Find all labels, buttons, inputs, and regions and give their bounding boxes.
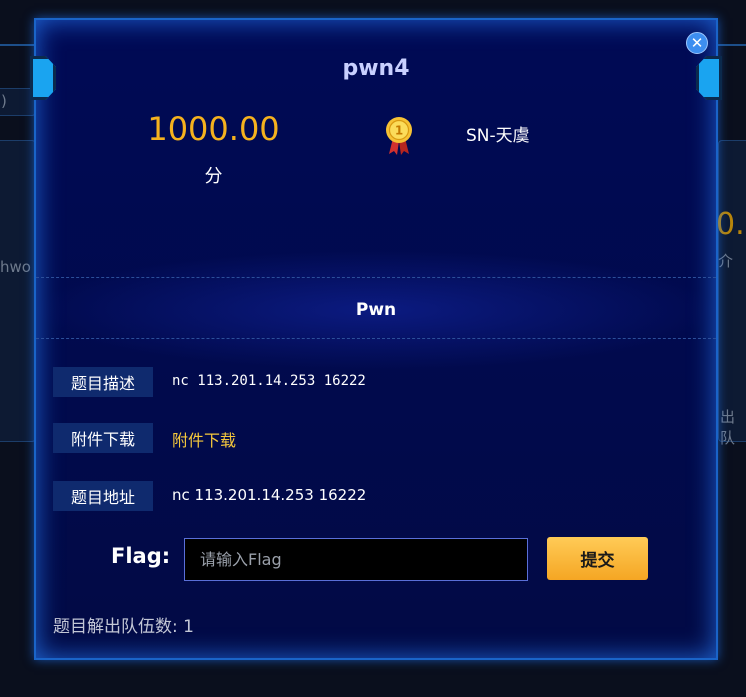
section-divider: [36, 338, 716, 339]
close-icon: ✕: [690, 33, 704, 52]
bg-text: ): [1, 92, 7, 110]
solve-count: 题目解出队伍数: 1: [53, 617, 194, 637]
bg-score: 0.0: [716, 207, 746, 242]
description-label: 题目描述: [53, 367, 153, 397]
attachment-label: 附件下载: [53, 423, 153, 453]
address-label: 题目地址: [53, 481, 153, 511]
bg-card: [0, 140, 36, 442]
bg-text: 介: [718, 252, 734, 270]
flag-input[interactable]: [184, 538, 528, 581]
challenge-modal: ✕ pwn4 1000.00 分 1 SN-天虞 Pwn 题目描述 nc 113…: [30, 18, 722, 660]
submit-button[interactable]: 提交: [547, 537, 648, 580]
challenge-title: pwn4: [342, 56, 410, 81]
close-button[interactable]: ✕: [686, 32, 708, 54]
svg-text:1: 1: [395, 124, 403, 138]
attachment-download-link[interactable]: 附件下载: [172, 427, 236, 451]
score-unit: 分: [204, 166, 223, 187]
section-divider: [36, 277, 716, 278]
challenge-category: Pwn: [355, 300, 397, 320]
bg-card: [718, 140, 746, 442]
address-value: nc 113.201.14.253 16222: [172, 486, 367, 504]
bg-text: hwo: [0, 258, 31, 276]
description-value: nc 113.201.14.253 16222: [172, 373, 366, 389]
challenge-score: 1000.00: [147, 110, 280, 148]
gold-medal-icon: 1: [386, 117, 412, 155]
first-blood-team: SN-天虞: [466, 126, 530, 146]
bg-text: 出队: [720, 408, 736, 447]
flag-label: Flag:: [111, 544, 171, 568]
bg-divider: [0, 44, 34, 46]
bg-divider: [718, 44, 746, 46]
